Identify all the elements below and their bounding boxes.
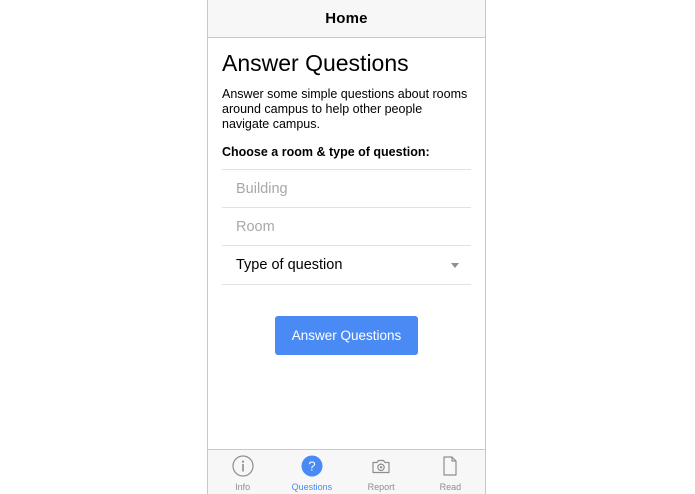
building-field: [222, 170, 471, 208]
tab-bar: Info ? Questions Report Read: [208, 449, 485, 494]
room-input[interactable]: [236, 218, 459, 235]
tab-read[interactable]: Read: [416, 450, 485, 494]
answer-questions-button[interactable]: Answer Questions: [275, 316, 418, 355]
document-icon: [439, 455, 461, 477]
question-icon: ?: [301, 455, 323, 477]
navigation-bar: Home: [208, 0, 485, 38]
question-type-select[interactable]: Type of question: [222, 246, 471, 285]
main-content: Answer Questions Answer some simple ques…: [222, 37, 471, 355]
room-form: Type of question: [222, 169, 471, 285]
building-input[interactable]: [236, 180, 459, 197]
camera-icon: [370, 455, 392, 477]
tab-label: Report: [367, 482, 395, 492]
tab-label: Read: [439, 482, 462, 492]
caret-down-icon: [451, 262, 459, 268]
question-type-value: Type of question: [236, 257, 343, 273]
page-title: Answer Questions: [222, 50, 409, 76]
section-label: Choose a room & type of question:: [222, 145, 430, 159]
tab-label: Info: [235, 482, 251, 492]
page-description: Answer some simple questions about rooms…: [222, 87, 468, 131]
nav-title: Home: [325, 10, 368, 27]
tab-questions[interactable]: ? Questions: [277, 450, 346, 494]
info-icon: [232, 455, 254, 477]
tab-report[interactable]: Report: [347, 450, 416, 494]
button-row: Answer Questions: [222, 316, 471, 355]
app-window: Home Answer Questions Answer some simple…: [207, 0, 486, 494]
svg-text:?: ?: [308, 459, 315, 474]
tab-info[interactable]: Info: [208, 450, 277, 494]
room-field: [222, 208, 471, 246]
tab-label: Questions: [291, 482, 333, 492]
